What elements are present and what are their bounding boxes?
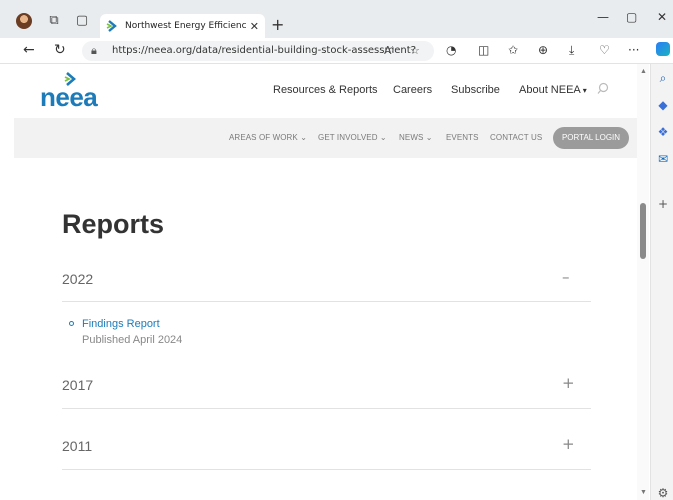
office-icon[interactable]: ❖ [657, 126, 669, 138]
page-title: Reports [62, 209, 165, 239]
neea-favicon-icon [106, 20, 118, 32]
subnav-get-involved[interactable]: GET INVOLVED ⌄ [318, 133, 387, 142]
findings-report-link[interactable]: Findings Report [82, 318, 160, 330]
subnav-contact-us[interactable]: CONTACT US [490, 133, 542, 142]
accordion-divider [62, 301, 591, 302]
subnav-label: AREAS OF WORK [229, 133, 298, 142]
url-field[interactable]: 🔒︎ https://neea.org/data/residential-bui… [82, 41, 434, 61]
scrollbar-thumb[interactable] [640, 203, 646, 259]
list-bullet-icon [69, 321, 74, 326]
expand-plus-icon[interactable]: + [562, 435, 575, 453]
copilot-icon[interactable] [656, 42, 670, 56]
tab-close-icon[interactable]: ✕ [250, 20, 259, 33]
browser-tab-active[interactable]: Northwest Energy Efficiency Allia ✕ [100, 14, 265, 38]
collections-icon[interactable]: ⊕ [538, 43, 548, 57]
chevron-down-icon: ⌄ [379, 133, 387, 142]
maximize-icon[interactable]: ▢ [626, 10, 637, 24]
accordion-divider [62, 408, 591, 409]
logo-wordmark: neea [40, 82, 98, 112]
scrollbar-track[interactable] [637, 64, 649, 500]
subnav-news[interactable]: NEWS ⌄ [399, 133, 433, 142]
favorite-star-icon[interactable]: ☆ [410, 44, 420, 57]
scroll-down-arrow-icon[interactable]: ▼ [640, 489, 647, 496]
scroll-up-arrow-icon[interactable]: ▲ [640, 68, 647, 75]
add-sidebar-app-icon[interactable]: + [657, 198, 669, 210]
edge-sidebar: ⌕ ◆ ❖ ✉ + ⚙ [650, 64, 673, 500]
tag-icon[interactable]: ◆ [657, 99, 669, 111]
accordion-year-2022[interactable]: 2022 [62, 271, 93, 287]
close-window-icon[interactable]: ✕ [657, 10, 667, 24]
minimize-icon[interactable]: — [597, 10, 609, 24]
new-tab-icon[interactable]: + [271, 15, 284, 34]
nav-resources-reports[interactable]: Resources & Reports [273, 84, 378, 96]
back-arrow-icon[interactable]: ← [23, 42, 35, 58]
site-search-icon[interactable] [597, 82, 610, 95]
extension-icon[interactable]: ◔ [446, 43, 456, 57]
tab-title: Northwest Energy Efficiency Allia [125, 21, 246, 31]
read-aloud-icon[interactable]: A⁾ [384, 44, 394, 57]
nav-subscribe[interactable]: Subscribe [451, 84, 500, 96]
nav-about-neea[interactable]: About NEEA ▾ [519, 84, 587, 96]
accordion-year-2011[interactable]: 2011 [62, 438, 92, 454]
collapse-minus-icon[interactable]: – [562, 268, 570, 286]
accordion-year-2017[interactable]: 2017 [62, 377, 93, 393]
tab-actions-icon[interactable]: ▢ [73, 12, 91, 30]
gear-icon[interactable]: ⚙ [657, 487, 669, 499]
subnav-events[interactable]: EVENTS [446, 133, 479, 142]
report-published-date: Published April 2024 [82, 334, 183, 346]
browser-tab-bar: ⧉ ▢ Northwest Energy Efficiency Allia ✕ … [0, 0, 673, 38]
search-icon[interactable]: ⌕ [657, 72, 669, 84]
workspaces-icon[interactable]: ⧉ [45, 12, 63, 30]
chevron-down-icon: ⌄ [425, 133, 433, 142]
outlook-icon[interactable]: ✉ [657, 153, 669, 165]
nav-about-label: About NEEA [519, 84, 581, 96]
portal-login-button[interactable]: PORTAL LOGIN [553, 127, 629, 149]
nav-careers[interactable]: Careers [393, 84, 432, 96]
subnav-label: GET INVOLVED [318, 133, 378, 142]
secondary-nav: AREAS OF WORK ⌄ GET INVOLVED ⌄ NEWS ⌄ EV… [14, 118, 637, 158]
downloads-icon[interactable]: ⤓ [569, 43, 574, 58]
url-text: https://neea.org/data/residential-buildi… [112, 45, 416, 56]
chevron-down-icon: ⌄ [300, 133, 308, 142]
profile-avatar[interactable] [16, 13, 32, 29]
subnav-areas-of-work[interactable]: AREAS OF WORK ⌄ [229, 133, 307, 142]
split-screen-icon[interactable]: ◫ [478, 43, 489, 57]
browser-essentials-icon[interactable]: ♡ [599, 43, 610, 57]
subnav-label: NEWS [399, 133, 424, 142]
lock-icon[interactable]: 🔒︎ [91, 44, 97, 58]
expand-plus-icon[interactable]: + [562, 374, 575, 392]
more-menu-icon[interactable]: ··· [628, 43, 639, 57]
chevron-down-icon: ▾ [582, 86, 587, 95]
refresh-icon[interactable]: ↻ [54, 42, 66, 58]
accordion-divider [62, 469, 591, 470]
favorites-icon[interactable]: ✩ [508, 43, 518, 57]
